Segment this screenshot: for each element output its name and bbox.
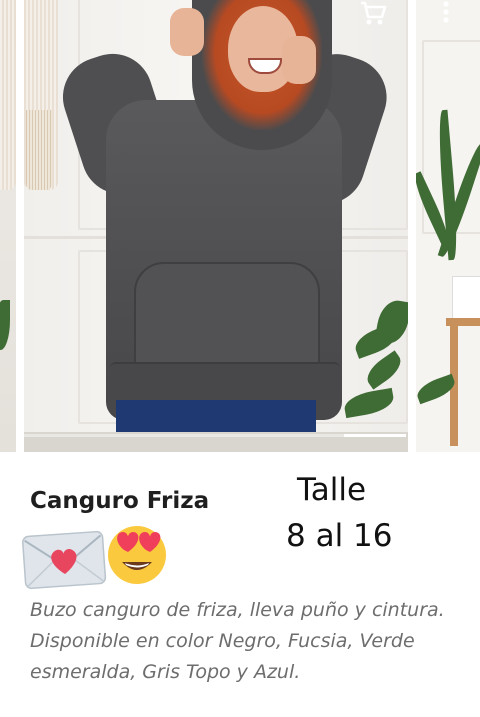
heart-eyes-emoji — [104, 520, 170, 586]
previous-slide-image[interactable] — [0, 0, 16, 452]
macrame-tassel — [26, 110, 52, 190]
carousel-progress-indicator — [344, 434, 406, 437]
plant-stand-top — [446, 318, 480, 326]
model-right-hand — [282, 36, 316, 84]
plant-pot — [452, 276, 480, 322]
main-product-image[interactable] — [24, 0, 408, 452]
next-slide-image[interactable] — [416, 0, 480, 452]
love-letter-emoji — [20, 528, 108, 590]
product-image-carousel[interactable] — [0, 0, 480, 452]
shopping-cart-icon[interactable] — [358, 0, 388, 28]
more-vertical-icon[interactable] — [434, 0, 458, 28]
plant-leaf — [0, 300, 10, 350]
slide-gap — [16, 0, 24, 452]
model-left-hand — [170, 8, 204, 56]
macrame-decor — [0, 0, 16, 190]
size-range: 8 al 16 — [286, 518, 393, 554]
product-description: Buzo canguro de friza, lleva puño y cint… — [30, 599, 445, 683]
slide-gap — [408, 0, 416, 452]
product-title: Canguro Friza — [30, 488, 210, 514]
product-screen: Canguro Friza Talle 8 al 16 Buzo canguro… — [0, 0, 480, 717]
kangaroo-pocket — [134, 262, 320, 376]
size-label: Talle — [297, 472, 367, 508]
